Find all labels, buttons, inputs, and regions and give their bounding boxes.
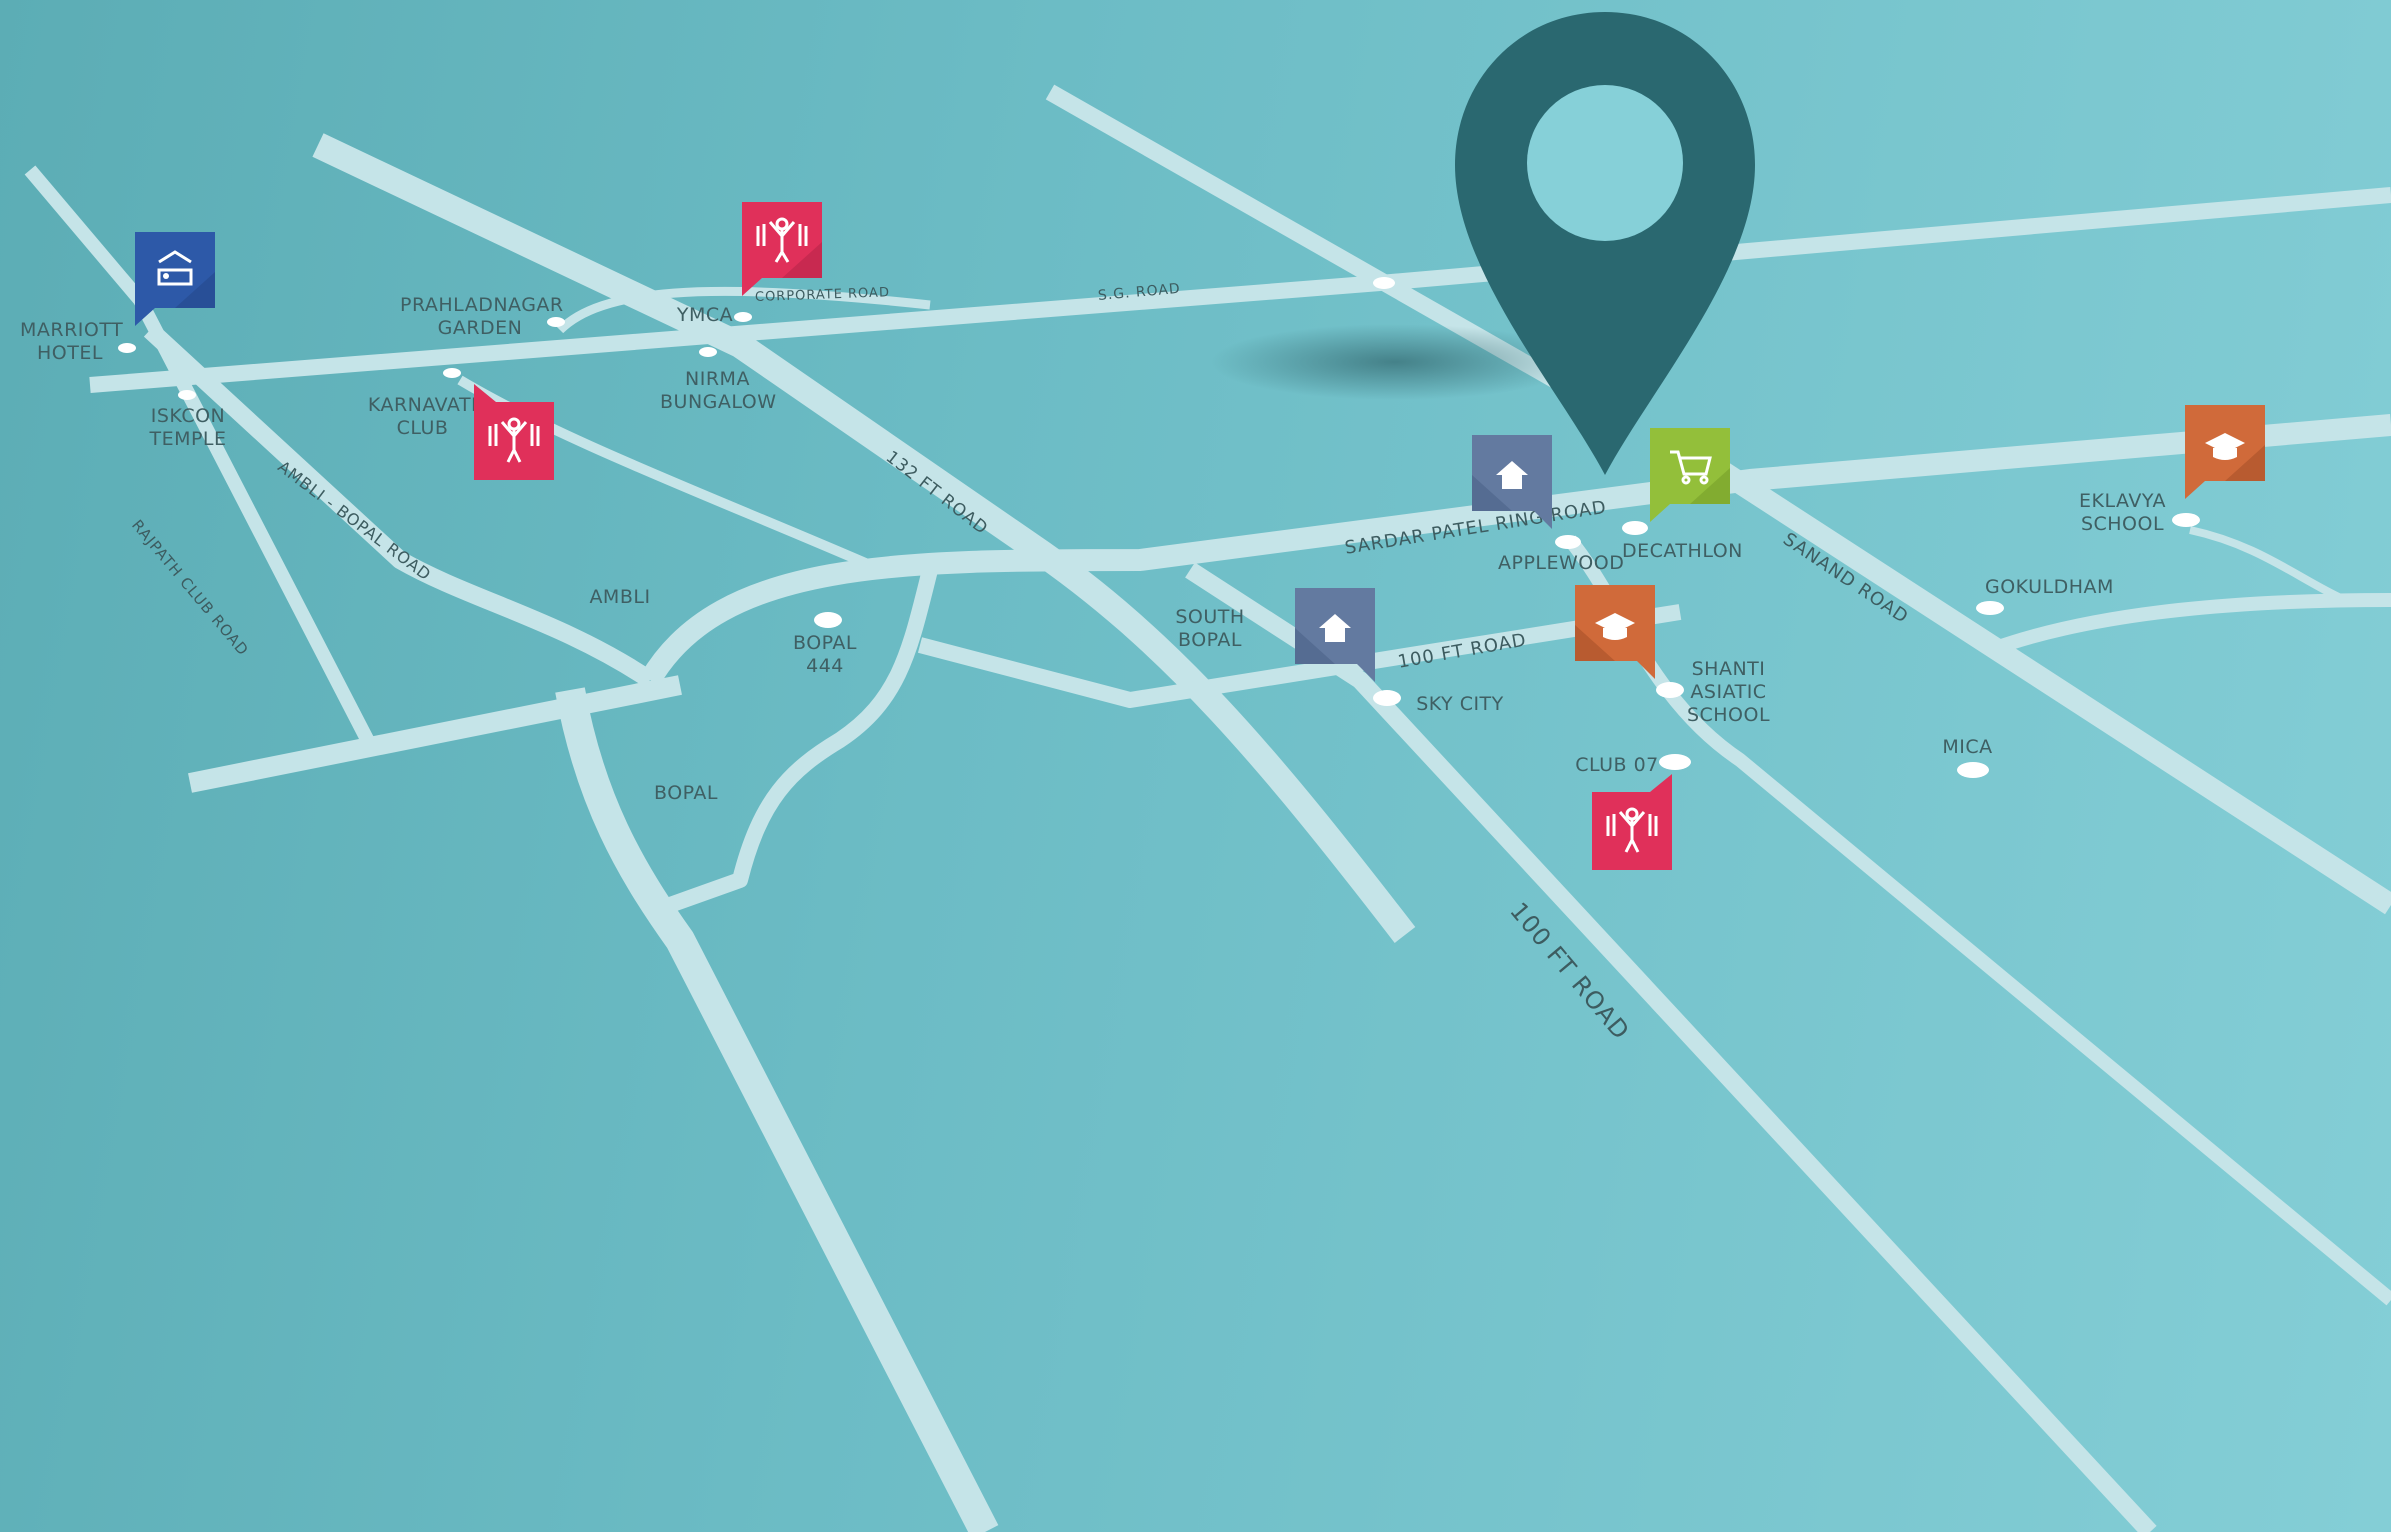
sanand-road — [1714, 460, 2391, 915]
place-label-ambli: AMBLI — [589, 586, 651, 608]
club-icon[interactable] — [474, 384, 554, 480]
map-canvas — [24, 12, 2391, 1532]
mica-dot — [1957, 762, 1989, 778]
school-icon[interactable] — [1575, 585, 1655, 679]
shopping-cart-icon[interactable] — [1650, 428, 1730, 522]
place-label-eklavya-school: EKLAVYA SCHOOL — [2079, 490, 2166, 535]
western-road — [188, 675, 682, 793]
decathlon-dot — [1622, 521, 1648, 535]
applewood-dot — [1555, 535, 1581, 549]
bopal-444-dot — [814, 612, 842, 628]
place-label-prahladnagar-garden: PRAHLADNAGAR GARDEN — [400, 294, 564, 339]
club-icon[interactable] — [742, 202, 822, 296]
nirma-dot — [699, 347, 717, 357]
place-label-bopal-444: BOPAL 444 — [793, 632, 857, 677]
eklavya-dot — [2172, 513, 2200, 527]
gokuldham-road — [1987, 593, 2391, 657]
place-label-shanti-asiatic-school: SHANTI ASIATIC SCHOOL — [1686, 658, 1771, 726]
school-icon[interactable] — [2185, 405, 2265, 499]
place-label-decathlon: DECATHLON — [1622, 540, 1743, 562]
place-label-south-bopal: SOUTH BOPAL — [1175, 606, 1245, 651]
place-label-applewood: APPLEWOOD — [1498, 552, 1625, 574]
place-label-gokuldham: GOKULDHAM — [1985, 576, 2114, 598]
location-pin-icon — [1455, 12, 1755, 475]
housing-icon[interactable] — [1472, 435, 1552, 529]
sg-road-dot — [1373, 277, 1395, 289]
club07-dot — [1659, 754, 1691, 770]
karnavati-dot — [443, 368, 461, 378]
marriott-dot — [118, 343, 136, 353]
shanti-dot — [1656, 682, 1684, 698]
iskcon-dot — [178, 390, 196, 400]
place-label-nirma-bungalow: NIRMA BUNGALOW — [660, 368, 777, 413]
club-icon[interactable] — [1592, 774, 1672, 870]
place-label-karnavati-club: KARNAVATI CLUB — [367, 394, 478, 439]
place-label-iskcon-temple: ISKCON TEMPLE — [149, 405, 227, 450]
place-label-ymca: YMCA — [676, 304, 734, 326]
southern-road — [555, 687, 999, 1532]
mica-road — [1564, 535, 2391, 1306]
housing-icon[interactable] — [1295, 588, 1375, 682]
place-label-marriott-hotel: MARRIOTT HOTEL — [20, 319, 124, 364]
place-label-bopal: BOPAL — [654, 782, 718, 804]
road-network — [24, 84, 2391, 1532]
location-map: S.G. ROAD CORPORATE ROAD 132 FT ROAD AMB… — [0, 0, 2391, 1532]
gokuldham-dot — [1976, 601, 2004, 615]
hotel-icon[interactable] — [135, 232, 215, 326]
eklavya-road — [2189, 526, 2347, 604]
place-label-sky-city: SKY CITY — [1416, 693, 1504, 715]
100-ft-road-diagonal — [1185, 562, 2157, 1532]
place-label-mica: MICA — [1942, 736, 1993, 758]
sky-city-dot — [1373, 690, 1401, 706]
